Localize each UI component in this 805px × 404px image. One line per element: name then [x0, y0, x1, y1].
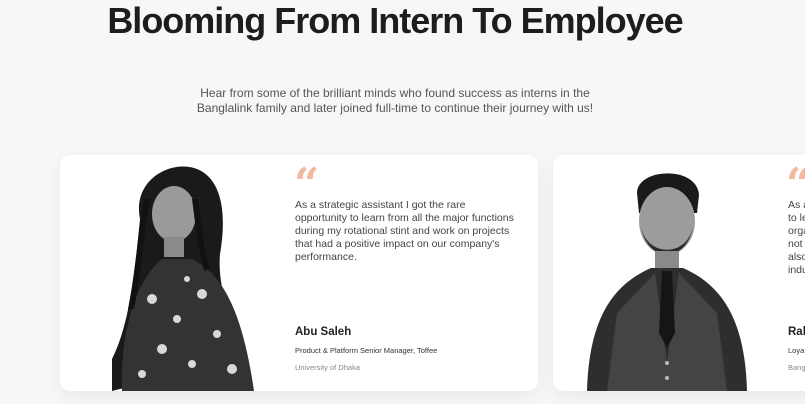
section-subtitle: Hear from some of the brilliant minds wh… — [0, 86, 790, 116]
quote-line: not — [788, 238, 803, 250]
person-school: Bang — [788, 363, 805, 372]
portrait-photo — [112, 166, 255, 391]
person-name: Rab — [788, 326, 805, 338]
section-title: Blooming From Intern To Employee — [0, 0, 790, 44]
testimonial-card: “ As a to le orga not also indu Rab Loya… — [553, 155, 805, 391]
testimonial-quote: As a strategic assistant I got the rare … — [295, 199, 514, 263]
subtitle-line-1: Hear from some of the brilliant minds wh… — [200, 86, 590, 100]
quote-line: also — [788, 251, 805, 263]
section-title-text: Blooming From Intern To Employee — [107, 0, 683, 41]
person-school: University of Dhaka — [295, 363, 361, 372]
quote-line: As a — [788, 199, 805, 211]
portrait-photo — [587, 173, 747, 391]
person-role: Loya — [788, 346, 805, 355]
subtitle-line-2: Banglalink family and later joined full-… — [196, 101, 594, 115]
testimonial-quote: As a to le orga not also indu — [788, 199, 805, 277]
quote-line: orga — [788, 225, 805, 237]
quote-line: to le — [788, 212, 805, 224]
person-name: Abu Saleh — [295, 326, 352, 338]
testimonial-card: “ As a strategic assistant I got the rar… — [60, 155, 538, 391]
quote-line: indu — [788, 264, 805, 276]
person-role: Product & Platform Senior Manager, Toffe… — [295, 346, 438, 355]
